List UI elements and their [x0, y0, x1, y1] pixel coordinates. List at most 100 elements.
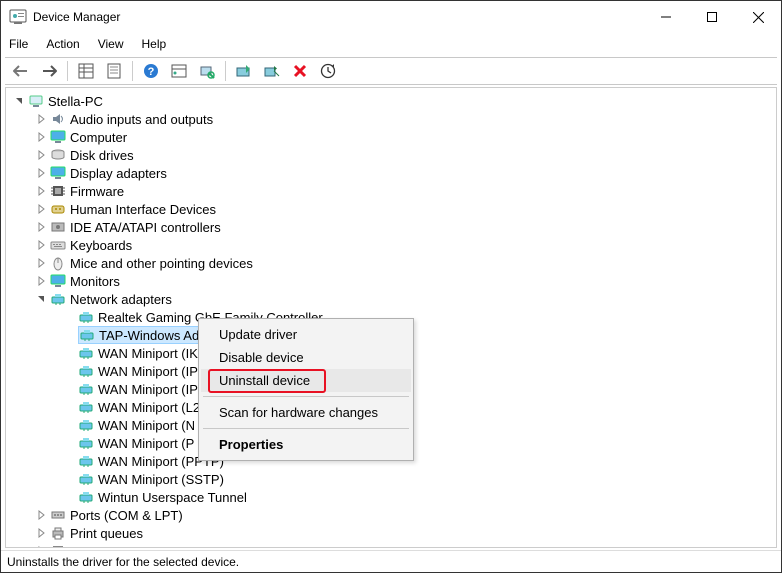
titlebar: Device Manager: [1, 1, 781, 33]
ide-icon: [50, 219, 66, 235]
mouse-icon: [50, 255, 66, 271]
port-icon: [50, 507, 66, 523]
forward-button[interactable]: [37, 60, 61, 82]
tree-category[interactable]: Audio inputs and outputs: [6, 110, 776, 128]
tree-item-label: WAN Miniport (IK: [98, 346, 198, 361]
expand-toggle[interactable]: [34, 166, 48, 180]
tree-category[interactable]: Print queues: [6, 524, 776, 542]
tree-item-label: Human Interface Devices: [70, 202, 216, 217]
tree-category[interactable]: Computer: [6, 128, 776, 146]
leaf-spacer: [62, 472, 76, 486]
uninstall-device-icon[interactable]: [288, 60, 312, 82]
svg-text:?: ?: [148, 66, 155, 78]
tree-item-label: Processors: [70, 544, 135, 549]
tree-item-label: Mice and other pointing devices: [70, 256, 253, 271]
tree-category[interactable]: Keyboards: [6, 236, 776, 254]
close-button[interactable]: [735, 1, 781, 33]
expand-toggle[interactable]: [34, 148, 48, 162]
disk-icon: [50, 147, 66, 163]
leaf-spacer: [62, 364, 76, 378]
tree-device[interactable]: WAN Miniport (SSTP): [6, 470, 776, 488]
window-buttons: [643, 1, 781, 33]
menu-action[interactable]: Action: [46, 37, 79, 51]
device-tree[interactable]: Stella-PC Audio inputs and outputsCompute…: [5, 87, 777, 548]
tree-item-label: WAN Miniport (IP: [98, 364, 198, 379]
expand-toggle[interactable]: [34, 526, 48, 540]
menu-help[interactable]: Help: [142, 37, 167, 51]
net-icon: [78, 489, 94, 505]
maximize-button[interactable]: [689, 1, 735, 33]
expand-toggle[interactable]: [34, 256, 48, 270]
menu-view[interactable]: View: [98, 37, 124, 51]
expand-toggle[interactable]: [34, 508, 48, 522]
tree-category[interactable]: Processors: [6, 542, 776, 548]
add-legacy-icon[interactable]: [316, 60, 340, 82]
back-button[interactable]: [9, 60, 33, 82]
scan-hardware-icon[interactable]: [195, 60, 219, 82]
status-bar: Uninstalls the driver for the selected d…: [1, 550, 781, 572]
leaf-spacer: [62, 436, 76, 450]
tree-category[interactable]: Firmware: [6, 182, 776, 200]
detail-view-icon[interactable]: [74, 60, 98, 82]
tree-category[interactable]: Monitors: [6, 272, 776, 290]
expand-toggle[interactable]: [34, 544, 48, 548]
disable-device-icon[interactable]: [260, 60, 284, 82]
tree-item-label: WAN Miniport (P: [98, 436, 194, 451]
expand-toggle[interactable]: [34, 238, 48, 252]
expand-toggle[interactable]: [34, 202, 48, 216]
expand-toggle[interactable]: [34, 184, 48, 198]
window-title: Device Manager: [33, 10, 643, 24]
hid-icon: [50, 201, 66, 217]
tree-category[interactable]: Human Interface Devices: [6, 200, 776, 218]
expand-toggle[interactable]: [34, 220, 48, 234]
cpu-icon: [50, 543, 66, 548]
minimize-button[interactable]: [643, 1, 689, 33]
device-manager-window: Device Manager File Action View Help ? S…: [0, 0, 782, 573]
leaf-spacer: [62, 418, 76, 432]
net-icon: [79, 327, 95, 343]
collapse-toggle[interactable]: [34, 292, 48, 306]
update-driver-icon[interactable]: [232, 60, 256, 82]
tree-root[interactable]: Stella-PC: [6, 92, 776, 110]
tree-item-label: IDE ATA/ATAPI controllers: [70, 220, 221, 235]
tree-category[interactable]: Mice and other pointing devices: [6, 254, 776, 272]
tree-device[interactable]: Wintun Userspace Tunnel: [6, 488, 776, 506]
leaf-spacer: [62, 328, 76, 342]
tree-item-label: Disk drives: [70, 148, 134, 163]
tree-category[interactable]: IDE ATA/ATAPI controllers: [6, 218, 776, 236]
expand-toggle[interactable]: [34, 130, 48, 144]
tree-category[interactable]: Network adapters: [6, 290, 776, 308]
chip-icon: [50, 183, 66, 199]
tree-item-label: Stella-PC: [48, 94, 103, 109]
tree-item-label: Network adapters: [70, 292, 172, 307]
net-icon: [78, 381, 94, 397]
net-icon: [78, 435, 94, 451]
tree-category[interactable]: Disk drives: [6, 146, 776, 164]
ctx-disable-device[interactable]: Disable device: [201, 346, 411, 369]
expand-toggle[interactable]: [34, 112, 48, 126]
monitor-icon: [50, 165, 66, 181]
collapse-toggle[interactable]: [12, 94, 26, 108]
net-icon: [78, 453, 94, 469]
expand-toggle[interactable]: [34, 274, 48, 288]
net-icon: [78, 345, 94, 361]
help-icon[interactable]: ?: [139, 60, 163, 82]
toolbar: ?: [5, 57, 777, 85]
leaf-spacer: [62, 400, 76, 414]
ctx-scan-hardware[interactable]: Scan for hardware changes: [201, 401, 411, 424]
ctx-update-driver[interactable]: Update driver: [201, 323, 411, 346]
tree-item-label: Firmware: [70, 184, 124, 199]
tree-category[interactable]: Display adapters: [6, 164, 776, 182]
tree-item-label: Monitors: [70, 274, 120, 289]
tree-item-label: Audio inputs and outputs: [70, 112, 213, 127]
tree-item-label: WAN Miniport (N: [98, 418, 195, 433]
monitor-icon: [50, 273, 66, 289]
properties-icon[interactable]: [102, 60, 126, 82]
menu-file[interactable]: File: [9, 37, 28, 51]
tree-category[interactable]: Ports (COM & LPT): [6, 506, 776, 524]
ctx-properties[interactable]: Properties: [201, 433, 411, 456]
ctx-uninstall-device[interactable]: Uninstall device: [201, 369, 411, 392]
menubar: File Action View Help: [1, 33, 781, 55]
leaf-spacer: [62, 346, 76, 360]
detail-pane-icon[interactable]: [167, 60, 191, 82]
